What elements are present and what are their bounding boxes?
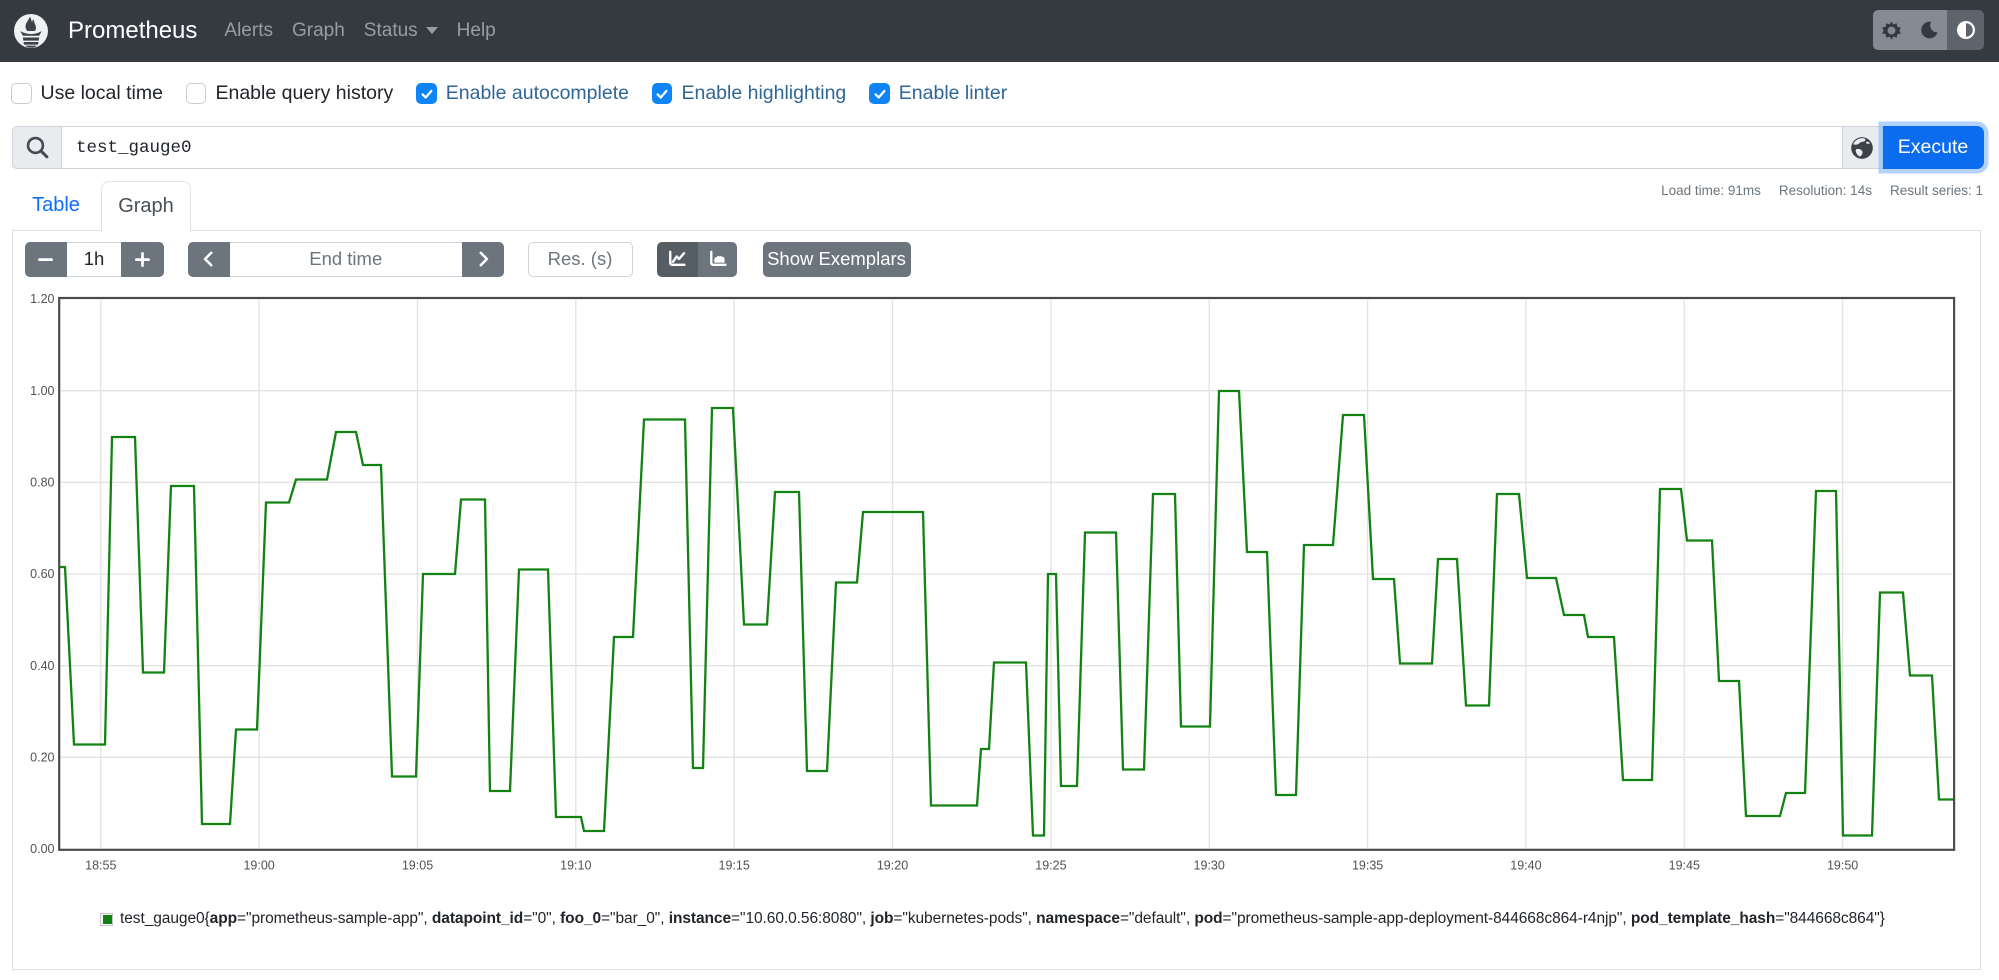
svg-text:0.20: 0.20 bbox=[30, 751, 54, 765]
svg-text:19:10: 19:10 bbox=[560, 859, 591, 873]
svg-text:19:35: 19:35 bbox=[1352, 859, 1383, 873]
svg-text:19:50: 19:50 bbox=[1827, 859, 1858, 873]
svg-text:19:30: 19:30 bbox=[1194, 859, 1225, 873]
svg-text:19:00: 19:00 bbox=[243, 859, 274, 873]
svg-text:0.60: 0.60 bbox=[30, 567, 54, 581]
svg-text:1.00: 1.00 bbox=[30, 384, 54, 398]
svg-text:18:55: 18:55 bbox=[85, 859, 116, 873]
svg-text:0.40: 0.40 bbox=[30, 659, 54, 673]
svg-text:19:25: 19:25 bbox=[1035, 859, 1066, 873]
svg-text:19:45: 19:45 bbox=[1669, 859, 1700, 873]
svg-text:0.80: 0.80 bbox=[30, 476, 54, 490]
svg-text:0.00: 0.00 bbox=[30, 842, 54, 856]
svg-text:19:05: 19:05 bbox=[402, 859, 433, 873]
svg-text:1.20: 1.20 bbox=[30, 292, 54, 306]
svg-text:19:40: 19:40 bbox=[1510, 859, 1541, 873]
svg-text:19:15: 19:15 bbox=[719, 859, 750, 873]
svg-text:19:20: 19:20 bbox=[877, 859, 908, 873]
